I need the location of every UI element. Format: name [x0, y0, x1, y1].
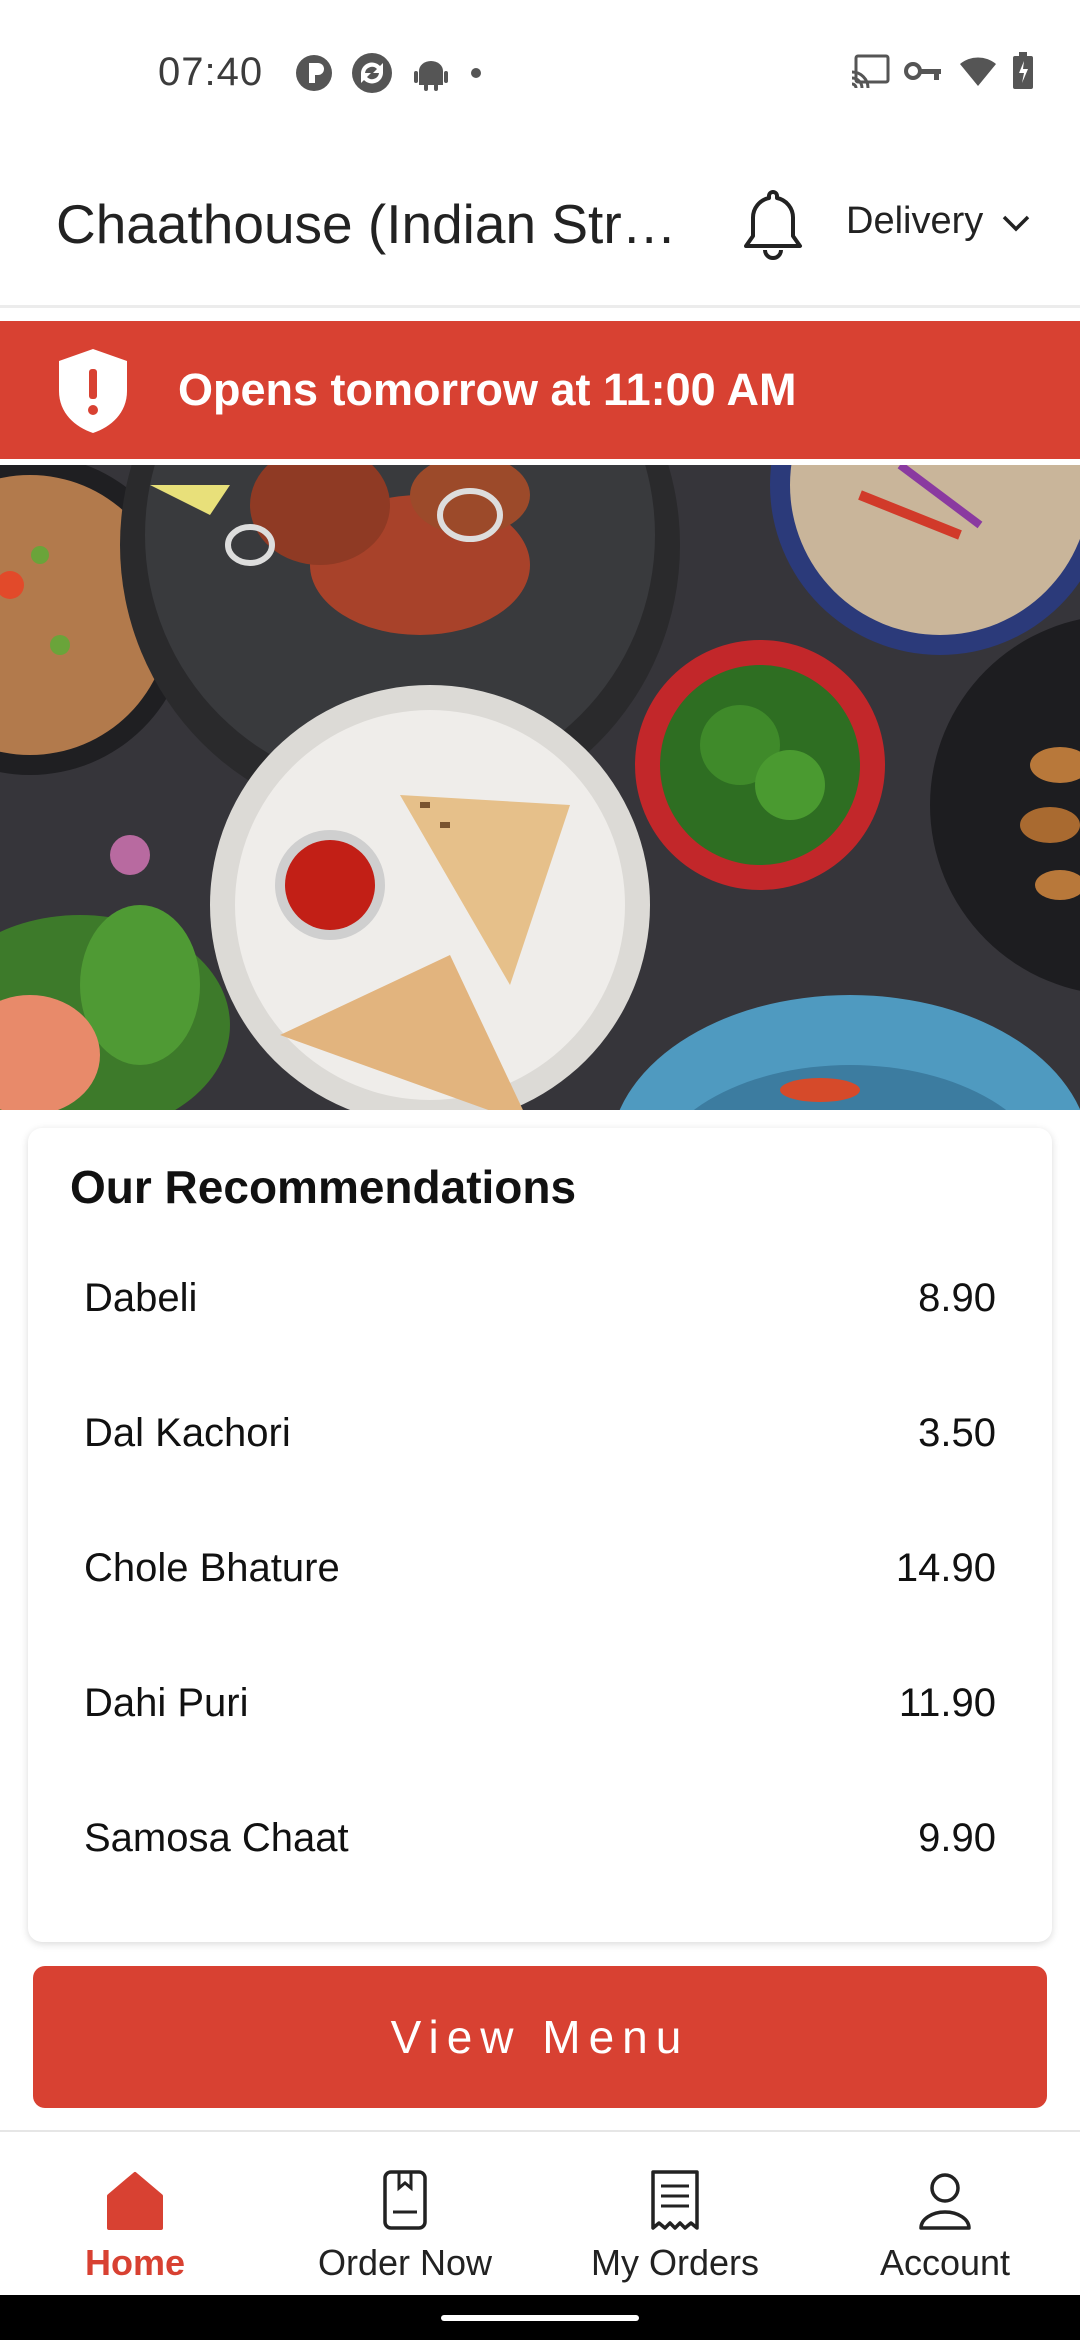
wifi-icon: [958, 54, 998, 88]
hero-food-image: [0, 465, 1080, 1110]
battery-icon: [1012, 52, 1034, 90]
recommendations-card: Our Recommendations Dabeli 8.90 Dal Kach…: [28, 1128, 1052, 1942]
person-icon: [915, 2168, 975, 2232]
notification-bell-icon[interactable]: [738, 186, 808, 266]
delivery-mode-selector[interactable]: Delivery: [846, 200, 1031, 243]
android-icon: [411, 53, 451, 93]
nav-label-home: Home: [84, 2242, 186, 2283]
item-name: Chole Bhature: [84, 1546, 340, 1590]
status-left-icons: [295, 52, 483, 94]
item-price: 11.90: [898, 1681, 996, 1725]
item-price: 8.90: [918, 1276, 996, 1320]
list-item[interactable]: Dahi Puri 11.90: [28, 1653, 1052, 1788]
list-item[interactable]: Dabeli 8.90: [28, 1248, 1052, 1383]
status-right-icons: [850, 52, 1034, 90]
chevron-down-icon: [1001, 200, 1031, 243]
list-item[interactable]: Dal Kachori 3.50: [28, 1383, 1052, 1518]
opening-hours-text: Opens tomorrow at 11:00 AM: [178, 364, 797, 415]
opening-hours-banner: Opens tomorrow at 11:00 AM: [0, 321, 1080, 459]
status-bar: 07:40: [0, 0, 1080, 150]
delivery-mode-label: Delivery: [846, 200, 984, 242]
list-item[interactable]: Chole Bhature 14.90: [28, 1518, 1052, 1653]
cast-icon: [850, 54, 890, 88]
item-name: Dahi Puri: [84, 1681, 249, 1725]
item-name: Samosa Chaat: [84, 1816, 349, 1860]
nav-label-my-orders: My Orders: [590, 2242, 759, 2283]
alert-shield-icon: [56, 347, 130, 435]
item-name: Dabeli: [84, 1276, 198, 1320]
nav-item-order-now[interactable]: Order Now: [270, 2132, 540, 2297]
vpn-key-icon: [904, 59, 944, 83]
nav-item-account[interactable]: Account: [810, 2132, 1080, 2297]
nav-label-order-now: Order Now: [317, 2242, 493, 2283]
item-price: 9.90: [918, 1816, 996, 1860]
nav-item-home[interactable]: Home: [0, 2132, 270, 2297]
app-header: Chaathouse (Indian Street Food) Delivery: [0, 150, 1080, 308]
bottom-navigation: Home Order Now My Orders Account: [0, 2130, 1080, 2297]
view-menu-button[interactable]: View Menu: [33, 1966, 1047, 2108]
home-gesture-handle[interactable]: [441, 2315, 639, 2321]
system-gesture-bar: [0, 2295, 1080, 2340]
recommendations-title: Our Recommendations: [70, 1161, 577, 1213]
item-price: 14.90: [895, 1546, 996, 1590]
order-book-icon: [375, 2168, 435, 2232]
dot-icon: [469, 66, 483, 80]
status-time: 07:40: [158, 50, 264, 94]
home-icon: [105, 2168, 165, 2232]
restaurant-title: Chaathouse (Indian Street Food): [56, 193, 706, 255]
nav-item-my-orders[interactable]: My Orders: [540, 2132, 810, 2297]
item-name: Dal Kachori: [84, 1411, 291, 1455]
receipt-icon: [645, 2168, 705, 2232]
sync-app-icon: [351, 52, 393, 94]
p-badge-icon: [295, 54, 333, 92]
item-price: 3.50: [918, 1411, 996, 1455]
nav-label-account: Account: [879, 2242, 1011, 2283]
recommendations-list: Dabeli 8.90 Dal Kachori 3.50 Chole Bhatu…: [28, 1248, 1052, 1923]
list-item[interactable]: Samosa Chaat 9.90: [28, 1788, 1052, 1923]
